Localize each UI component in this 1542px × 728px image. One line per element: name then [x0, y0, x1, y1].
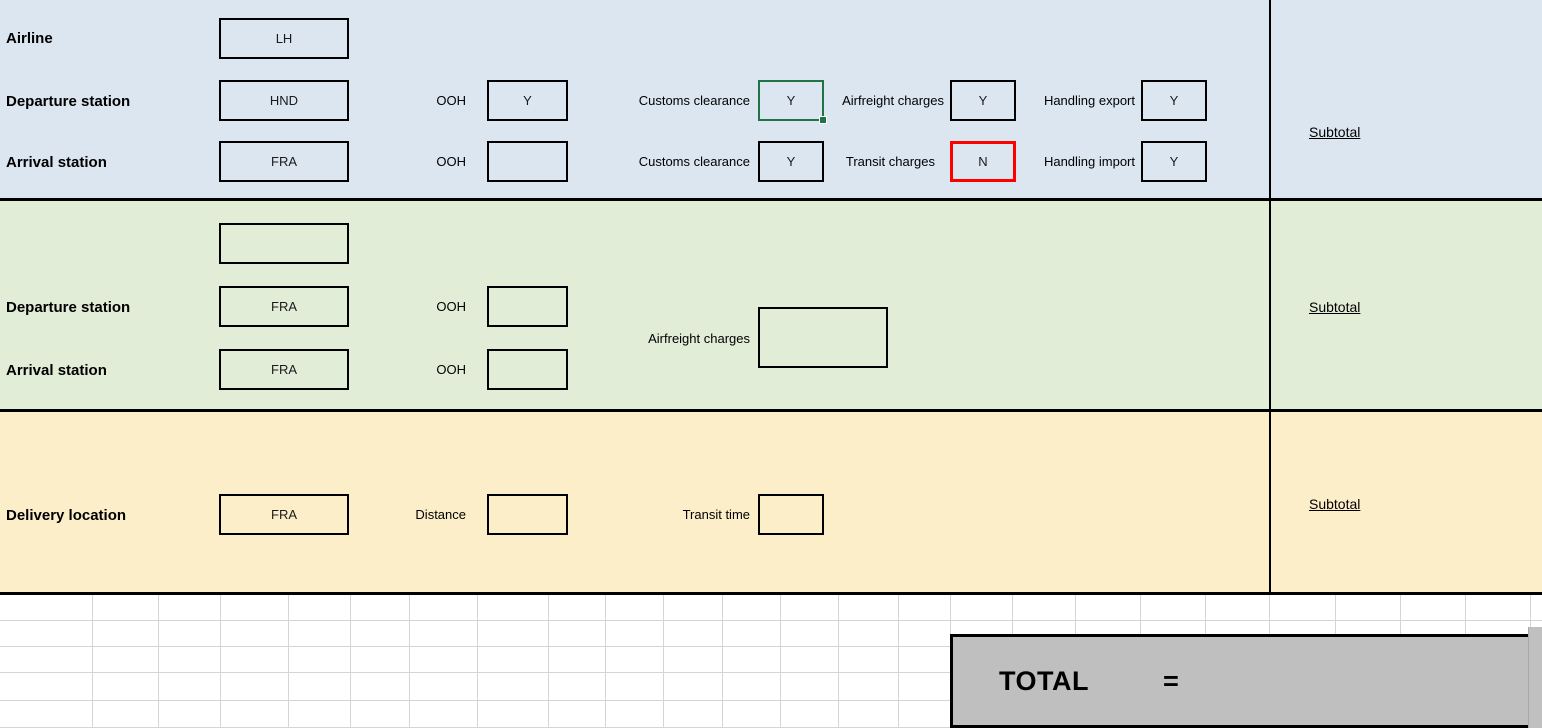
input-ooh-arrival-air[interactable]: [487, 141, 568, 182]
subtotal-air[interactable]: Subtotal: [1309, 125, 1360, 139]
gridline-horizontal: [0, 620, 1542, 621]
input-airfreight-charges-road[interactable]: [758, 307, 888, 368]
section-divider-bottom: [0, 592, 1542, 595]
label-airfreight-charges-air: Airfreight charges: [842, 93, 944, 108]
input-handling-export[interactable]: Y: [1141, 80, 1207, 121]
spreadsheet-canvas: Airline LH Departure station HND OOH Y C…: [0, 0, 1542, 728]
section-divider-air-road: [0, 198, 1542, 201]
input-handling-import[interactable]: Y: [1141, 141, 1207, 182]
input-ooh-departure-road[interactable]: [487, 286, 568, 327]
label-arrival-station-air: Arrival station: [6, 154, 107, 171]
input-arrival-station-air[interactable]: FRA: [219, 141, 349, 182]
subtotal-delivery[interactable]: Subtotal: [1309, 497, 1360, 511]
label-departure-station-road: Departure station: [6, 299, 131, 316]
subtotal-column-divider-air: [1269, 0, 1271, 199]
input-road-carrier[interactable]: [219, 223, 349, 264]
label-transit-time: Transit time: [682, 507, 750, 522]
label-transit-charges: Transit charges: [845, 154, 935, 169]
subtotal-column-divider-delivery: [1269, 411, 1271, 594]
input-distance[interactable]: [487, 494, 568, 535]
label-distance: Distance: [415, 507, 466, 522]
total-box[interactable]: TOTAL =: [950, 634, 1538, 728]
label-arrival-station-road: Arrival station: [6, 362, 107, 379]
subtotal-column-divider-road: [1269, 200, 1271, 410]
label-handling-import: Handling import: [1043, 154, 1135, 169]
input-ooh-arrival-road[interactable]: [487, 349, 568, 390]
label-customs-clearance-arrival: Customs clearance: [638, 154, 750, 169]
vertical-scrollbar[interactable]: [1528, 627, 1542, 728]
input-customs-clearance-arrival[interactable]: Y: [758, 141, 824, 182]
section-divider-road-delivery: [0, 409, 1542, 412]
input-transit-time[interactable]: [758, 494, 824, 535]
label-ooh-arrival-air: OOH: [436, 154, 466, 169]
input-transit-charges[interactable]: N: [950, 141, 1016, 182]
total-equals-sign: =: [1163, 665, 1179, 696]
input-delivery-location[interactable]: FRA: [219, 494, 349, 535]
label-ooh-departure-road: OOH: [436, 299, 466, 314]
label-departure-station-air: Departure station: [6, 93, 131, 110]
label-airfreight-charges-road: Airfreight charges: [648, 331, 750, 346]
input-departure-station-road[interactable]: FRA: [219, 286, 349, 327]
label-customs-clearance-departure: Customs clearance: [638, 93, 750, 108]
input-ooh-departure-air[interactable]: Y: [487, 80, 568, 121]
input-arrival-station-road[interactable]: FRA: [219, 349, 349, 390]
label-airline: Airline: [6, 30, 53, 47]
label-ooh-arrival-road: OOH: [436, 362, 466, 377]
label-delivery-location: Delivery location: [6, 507, 127, 524]
input-airfreight-charges-air[interactable]: Y: [950, 80, 1016, 121]
label-ooh-departure-air: OOH: [436, 93, 466, 108]
total-label: TOTAL: [999, 665, 1089, 696]
label-handling-export: Handling export: [1043, 93, 1135, 108]
subtotal-road[interactable]: Subtotal: [1309, 300, 1360, 314]
input-airline[interactable]: LH: [219, 18, 349, 59]
input-departure-station-air[interactable]: HND: [219, 80, 349, 121]
input-customs-clearance-departure[interactable]: Y: [758, 80, 827, 124]
